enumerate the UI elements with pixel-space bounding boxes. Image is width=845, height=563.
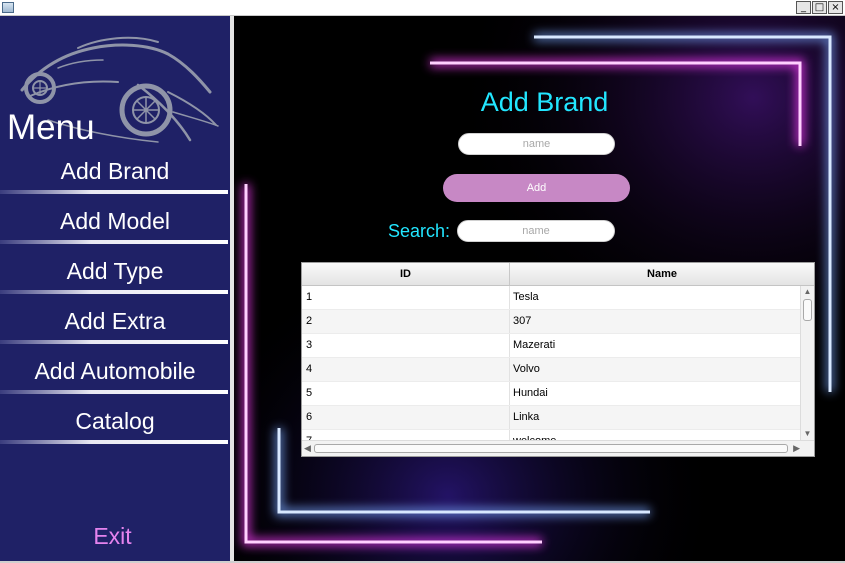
cell-id: 5 [302, 382, 510, 405]
table-body: 1 Tesla 2 307 3 Mazerati 4 Volvo 5 Hunda… [302, 286, 800, 440]
add-brand-button[interactable]: Add [443, 174, 630, 202]
cell-id: 7 [302, 430, 510, 440]
menu-title: Menu [7, 108, 95, 147]
scroll-up-icon[interactable]: ▲ [801, 287, 814, 297]
cell-id: 4 [302, 358, 510, 381]
search-label: Search: [388, 221, 451, 241]
table-row[interactable]: 4 Volvo [302, 358, 800, 382]
cell-id: 1 [302, 286, 510, 309]
main-panel: Add Brand Add Search: ID Name 1 Tesla 2 … [234, 16, 845, 561]
column-header-name[interactable]: Name [510, 263, 814, 285]
page-title: Add Brand [480, 87, 609, 117]
minimize-button[interactable]: _ [796, 1, 811, 14]
cell-name: Mazerati [513, 339, 556, 351]
column-header-id[interactable]: ID [302, 263, 510, 285]
nav-add-model-button[interactable]: Add Model [0, 203, 230, 247]
cell-id: 2 [302, 310, 510, 333]
table-row[interactable]: 2 307 [302, 310, 800, 334]
cell-name: Tesla [513, 291, 539, 303]
app-icon [2, 2, 14, 13]
vertical-scroll-thumb[interactable] [803, 299, 812, 321]
table-row[interactable]: 3 Mazerati [302, 334, 800, 358]
cell-id: 6 [302, 406, 510, 429]
maximize-button[interactable]: □ [812, 1, 827, 14]
table-row[interactable]: 1 Tesla [302, 286, 800, 310]
scroll-left-icon[interactable]: ◀ [304, 443, 311, 454]
cell-name: welcome [510, 430, 800, 440]
cell-name: 307 [513, 315, 532, 327]
table-header: ID Name [302, 263, 814, 286]
cell-id: 3 [302, 334, 510, 357]
horizontal-scrollbar[interactable]: ◀ ▶ [302, 440, 814, 456]
close-button[interactable]: × [828, 1, 843, 14]
brand-name-input[interactable] [458, 133, 615, 155]
nav-add-extra-button[interactable]: Add Extra [0, 303, 230, 347]
cell-name: Hundai [513, 387, 548, 399]
search-input[interactable] [457, 220, 615, 242]
nav-add-type-button[interactable]: Add Type [0, 253, 230, 297]
cell-name: Linka [513, 411, 540, 423]
sidebar: Menu Add Brand Add Model Add Type Add Ex… [0, 16, 230, 561]
nav-add-brand-button[interactable]: Add Brand [0, 153, 230, 197]
sports-car-icon [20, 36, 219, 143]
horizontal-scroll-thumb[interactable] [314, 444, 788, 453]
scroll-right-icon[interactable]: ▶ [793, 443, 800, 454]
cell-name: Volvo [513, 363, 540, 375]
table-row[interactable]: 5 Hundai [302, 382, 800, 406]
brands-table: ID Name 1 Tesla 2 307 3 Mazerati 4 Volvo… [301, 262, 815, 457]
table-row[interactable]: 6 Linka [302, 406, 800, 430]
nav-catalog-button[interactable]: Catalog [0, 403, 230, 447]
exit-button[interactable]: Exit [0, 521, 225, 551]
window-title-bar: _ □ × [0, 0, 845, 16]
scroll-down-icon[interactable]: ▼ [801, 429, 814, 439]
window-controls: _ □ × [796, 1, 843, 14]
table-row[interactable]: 7 welcome [302, 430, 800, 440]
nav-add-automobile-button[interactable]: Add Automobile [0, 353, 230, 397]
vertical-scrollbar[interactable]: ▲ ▼ [800, 286, 814, 440]
